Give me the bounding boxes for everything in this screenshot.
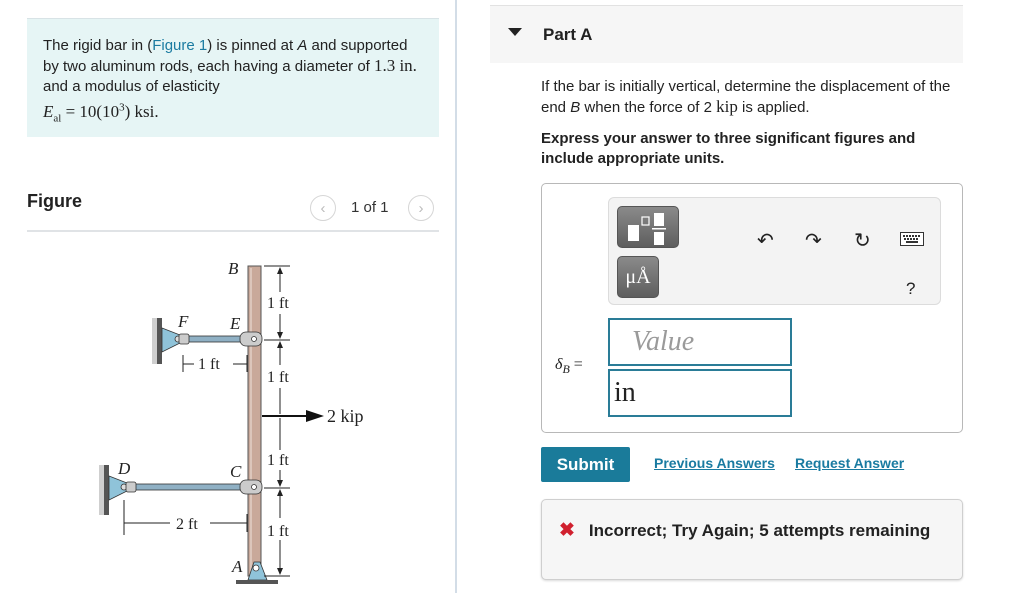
load-label: 2 kip <box>327 406 364 426</box>
problem-text: ) is pinned at <box>207 37 298 54</box>
label-d: D <box>117 459 131 478</box>
horizontal-dimensions <box>123 355 248 535</box>
rod-fe <box>182 335 244 343</box>
label-e: E <box>229 314 241 333</box>
diameter-value: 1.3 <box>374 56 396 75</box>
templates-button[interactable] <box>617 206 679 248</box>
reset-icon[interactable]: ↻ <box>854 228 871 253</box>
clevis-f <box>178 333 190 345</box>
wall-f-hatch <box>152 318 157 364</box>
problem-text: The rigid bar in ( <box>43 37 153 54</box>
clevis-e <box>239 331 263 347</box>
point-a-label: A <box>297 37 308 54</box>
templates-icon <box>628 213 666 245</box>
label-f: F <box>177 312 189 331</box>
chevron-right-icon: › <box>418 199 424 217</box>
incorrect-x-icon: ✖ <box>559 520 575 541</box>
answer-area: μÅ ↶ ↷ ↻ ? δB = <box>541 183 963 433</box>
value-input[interactable] <box>608 318 792 366</box>
keyboard-icon[interactable] <box>900 232 924 246</box>
feedback-text: Incorrect; Try Again; 5 attempts remaini… <box>588 521 931 540</box>
figure-title: Figure <box>27 191 83 211</box>
rod-dc <box>129 483 245 491</box>
redo-icon[interactable]: ↷ <box>805 228 822 253</box>
column-divider[interactable] <box>455 0 457 593</box>
question-text: If the bar is initially vertical, determ… <box>541 78 951 116</box>
clevis-c <box>239 479 263 495</box>
answer-instructions: Express your answer to three significant… <box>541 130 916 167</box>
wall-d <box>104 465 109 515</box>
help-button[interactable]: ? <box>906 279 915 299</box>
collapse-caret-icon[interactable] <box>508 28 522 36</box>
units-input[interactable] <box>608 369 792 417</box>
units-button[interactable]: μÅ <box>617 256 659 298</box>
feedback-message: ✖ Incorrect; Try Again; 5 attempts remain… <box>541 499 963 580</box>
submit-button[interactable]: Submit <box>541 447 630 482</box>
clevis-d <box>125 481 137 493</box>
label-b: B <box>228 259 239 278</box>
next-figure-button[interactable]: › <box>408 195 434 221</box>
figure-diagram: B E F C D A 1 ft 1 ft 1 ft 1 ft 1 ft 2 f… <box>99 259 364 584</box>
answer-variable-label: δB = <box>555 356 583 377</box>
dim-ca-label: 1 ft <box>267 523 289 540</box>
rigid-bar <box>247 265 262 577</box>
dim-be-label: 1 ft <box>267 295 289 312</box>
problem-text: and a modulus of elasticity <box>43 78 220 95</box>
wall-d-hatch <box>99 465 104 515</box>
modulus-expression: Eal = 10(103) ksi. <box>43 101 159 125</box>
part-a-header[interactable]: Part A <box>490 5 963 63</box>
dim-fe-label: 1 ft <box>198 356 220 373</box>
math-toolbar: μÅ ↶ ↷ ↻ ? <box>608 197 941 305</box>
ground-a <box>236 580 278 584</box>
chevron-left-icon: ‹ <box>320 199 326 217</box>
part-title: Part A <box>543 25 593 44</box>
diameter-unit: in. <box>399 56 417 75</box>
figure-divider <box>27 230 439 232</box>
wall-f <box>157 318 162 364</box>
label-a: A <box>231 557 243 576</box>
request-answer-link[interactable]: Request Answer <box>795 455 904 471</box>
undo-icon[interactable]: ↶ <box>757 228 774 253</box>
dim-e-load-label: 1 ft <box>267 369 289 386</box>
figure-link[interactable]: Figure 1 <box>152 37 207 54</box>
dim-dc-label: 2 ft <box>176 516 198 533</box>
figure-pager-text: 1 of 1 <box>351 199 389 216</box>
load-arrowhead <box>306 410 324 422</box>
label-c: C <box>230 462 242 481</box>
problem-statement: The rigid bar in (Figure 1) is pinned at… <box>27 18 439 137</box>
previous-answers-link[interactable]: Previous Answers <box>654 455 775 471</box>
dim-load-c-label: 1 ft <box>267 452 289 469</box>
previous-figure-button[interactable]: ‹ <box>310 195 336 221</box>
